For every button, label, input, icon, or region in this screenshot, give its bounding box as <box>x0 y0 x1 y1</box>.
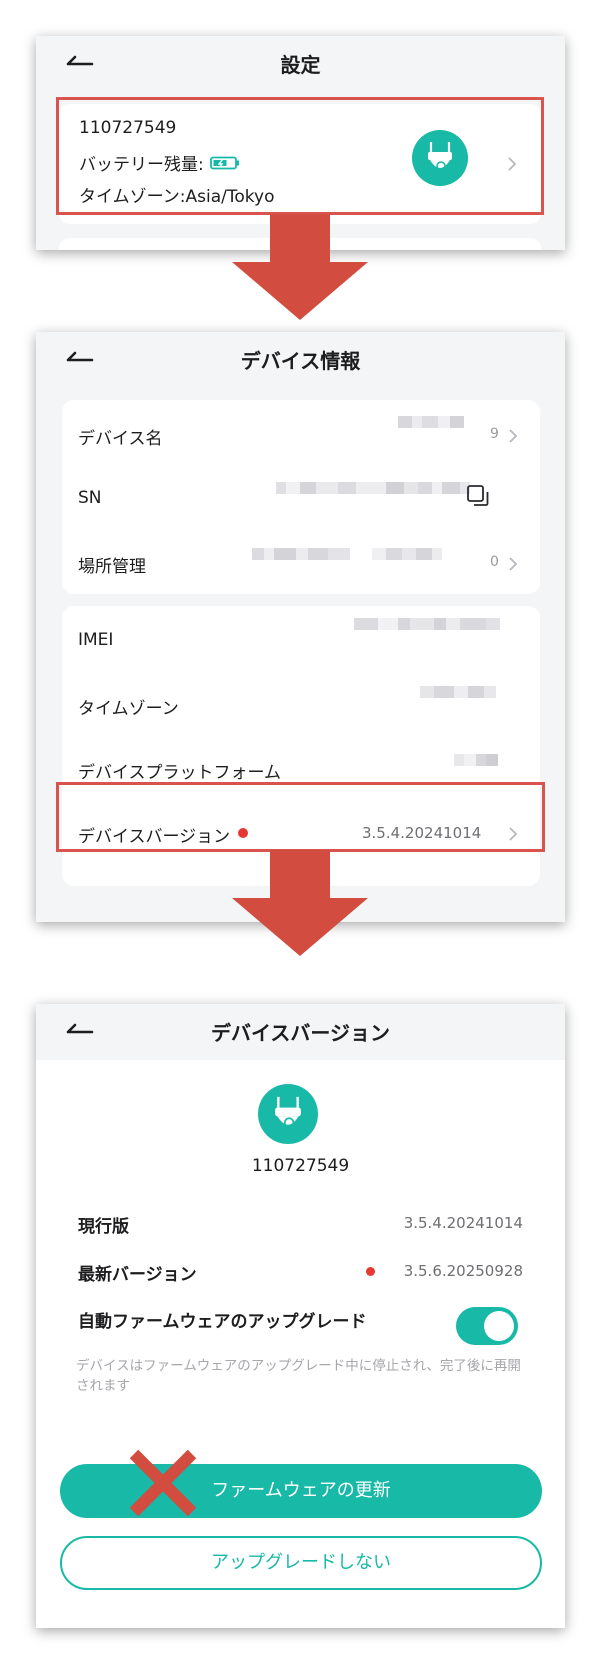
camera-icon <box>258 1084 318 1144</box>
nav-bar: 設定 <box>36 36 565 92</box>
down-arrow-1 <box>230 214 370 326</box>
page-title: デバイス情報 <box>240 349 361 373</box>
toggle-knob <box>484 1311 514 1341</box>
chevron-right-icon <box>508 556 518 572</box>
highlight-box <box>56 97 544 215</box>
latest-version-label: 最新バージョン <box>78 1265 197 1285</box>
device-version-screen: デバイスバージョン 110727549 現行版 3.5.4.20241014 最… <box>36 1004 565 1628</box>
info-card-basic: デバイス名 9 SN 場所管理 0 <box>62 400 540 594</box>
masked-value <box>276 482 470 494</box>
masked-value <box>252 548 442 560</box>
auto-upgrade-toggle[interactable] <box>456 1307 518 1345</box>
page-title: デバイスバージョン <box>211 1021 390 1045</box>
masked-value <box>454 754 498 766</box>
upgrade-note: デバイスはファームウェアのアップグレード中に停止され、完了後に再開されます <box>76 1358 521 1394</box>
imei-label: IMEI <box>78 630 114 650</box>
page-title: 設定 <box>280 53 321 77</box>
latest-version-value: 3.5.6.20250928 <box>403 1262 523 1280</box>
timezone-label: タイムゾーン <box>78 699 179 719</box>
device-name-label[interactable]: デバイス名 <box>78 424 163 449</box>
highlight-box <box>56 782 545 852</box>
masked-value <box>420 686 496 710</box>
sn-label: SN <box>78 488 102 508</box>
nav-bar: デバイスバージョン <box>36 1004 565 1060</box>
current-version-value: 3.5.4.20241014 <box>403 1214 523 1232</box>
copy-icon[interactable] <box>466 484 490 512</box>
device-info-screen: デバイス情報 デバイス名 9 SN 場所管理 0 IMEI タイムゾーン デバイ… <box>36 332 565 922</box>
down-arrow-2 <box>230 850 370 962</box>
location-value: 0 <box>490 554 499 570</box>
masked-value <box>354 618 500 630</box>
device-id: 110727549 <box>251 1156 350 1176</box>
location-label[interactable]: 場所管理 <box>78 552 146 577</box>
nav-bar: デバイス情報 <box>36 332 565 388</box>
new-version-dot <box>366 1267 375 1276</box>
skip-upgrade-button[interactable]: アップグレードしない <box>60 1536 542 1590</box>
auto-upgrade-label: 自動ファームウェアのアップグレード <box>78 1312 367 1332</box>
device-name-value: 9 <box>490 426 499 442</box>
x-cross-icon <box>126 1446 200 1520</box>
masked-value <box>398 416 464 428</box>
current-version-label: 現行版 <box>78 1217 129 1237</box>
chevron-right-icon <box>508 428 518 444</box>
platform-label: デバイスプラットフォーム <box>78 763 281 783</box>
